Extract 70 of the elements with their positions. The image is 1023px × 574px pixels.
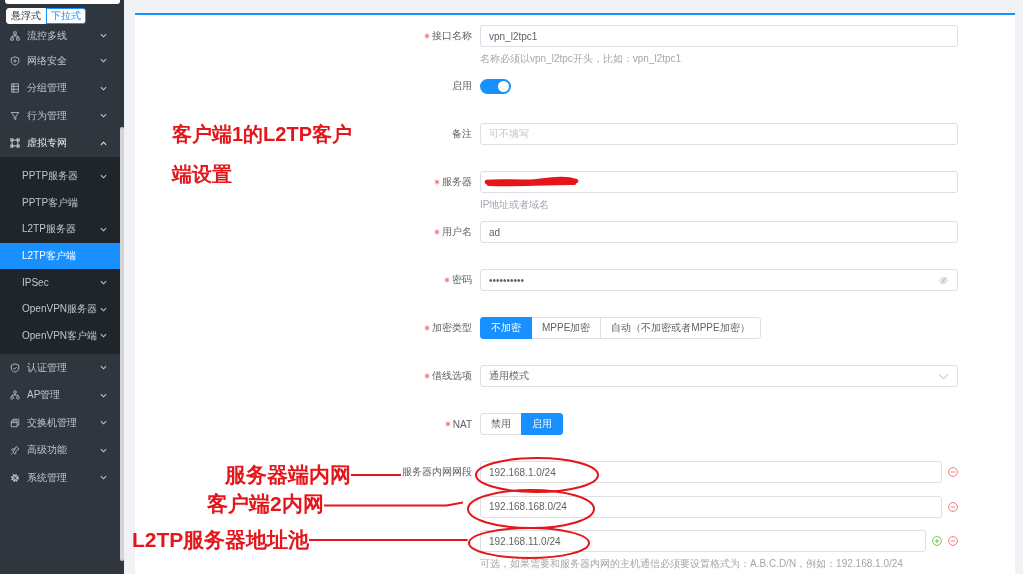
- chevron-down-icon: [100, 333, 107, 339]
- field-label: 服务器: [442, 175, 472, 189]
- text-field[interactable]: [480, 171, 958, 193]
- menu-item[interactable]: 网络安全: [0, 47, 120, 75]
- menu-item[interactable]: AP管理: [0, 381, 120, 409]
- annotation-text: 服务器端内网: [225, 462, 351, 488]
- option-button[interactable]: 自动（不加密或者MPPE加密）: [600, 317, 761, 339]
- funnel-icon: [10, 110, 20, 121]
- annotation-text: 客户端2内网: [207, 491, 324, 517]
- chevron-down-icon: [938, 371, 949, 381]
- minus-circle-icon[interactable]: [948, 467, 958, 477]
- field-hint: 名称必须以vpn_l2tpc开头，比如：vpn_l2tpc1: [480, 52, 683, 66]
- field-label: 密码: [452, 273, 472, 287]
- submenu-item[interactable]: PPTP服务器: [0, 162, 120, 190]
- menu-item[interactable]: 流控多线: [0, 24, 120, 47]
- field-hint: 可选，如果需要和服务器内网的主机通信必须要设置格式为：A.B.C.D/N，例如：192.168.1.0/24: [480, 557, 904, 571]
- field-label: 接口名称: [432, 29, 472, 43]
- mode-tab[interactable]: 悬浮式: [6, 8, 46, 24]
- pin-icon: [10, 445, 20, 456]
- field-label: 服务器内网网段: [402, 465, 472, 479]
- menu-item[interactable]: 行为管理: [0, 102, 120, 130]
- field-label: 借线选项: [432, 369, 472, 383]
- submenu-item[interactable]: OpenVPN服务器: [0, 295, 120, 323]
- submenu-item[interactable]: IPSec: [0, 269, 120, 296]
- menu-item[interactable]: 高级功能: [0, 436, 120, 464]
- menu-item[interactable]: 系统管理: [0, 463, 120, 492]
- settings-icon: [10, 472, 20, 483]
- frame-icon: [10, 138, 20, 149]
- field-label: 启用: [452, 79, 472, 93]
- field-hint: IP地址或者域名: [480, 198, 551, 212]
- shield-icon: [10, 55, 20, 66]
- chevron-down-icon: [100, 306, 107, 312]
- scrollbar-thumb[interactable]: [120, 127, 124, 561]
- eye-slash-icon[interactable]: [938, 275, 949, 285]
- field-label: 用户名: [442, 225, 472, 239]
- text-field[interactable]: vpn_l2tpc1: [480, 25, 958, 47]
- chevron-down-icon: [100, 173, 107, 179]
- menu-item[interactable]: 分组管理: [0, 74, 120, 102]
- plus-circle-icon[interactable]: [932, 536, 942, 546]
- menu-item[interactable]: 交换机管理: [0, 408, 120, 437]
- menu-item[interactable]: 认证管理: [0, 353, 120, 382]
- field-label: 备注: [452, 127, 472, 141]
- text-field[interactable]: 192.168.11.0/24: [480, 530, 926, 552]
- input-field[interactable]: [5, 0, 120, 4]
- table-icon: [10, 83, 20, 94]
- text-field[interactable]: ad: [480, 221, 958, 243]
- chevron-down-icon: [100, 280, 107, 286]
- select-field[interactable]: 通用模式: [480, 365, 958, 387]
- option-button[interactable]: MPPE加密: [531, 317, 602, 339]
- option-button[interactable]: 禁用: [480, 413, 522, 435]
- window-icon: [10, 417, 20, 428]
- submenu-item[interactable]: L2TP服务器: [0, 216, 120, 243]
- field-label: 加密类型: [432, 321, 472, 335]
- submenu-item[interactable]: OpenVPN客户端: [0, 322, 120, 350]
- leader-line: [351, 471, 401, 479]
- submenu-item[interactable]: PPTP客户端: [0, 189, 120, 216]
- chevron-down-icon: [100, 226, 107, 232]
- annotation-text: L2TP服务器地址池: [132, 527, 310, 553]
- hierarchy-icon: [10, 30, 20, 41]
- shield-check-icon: [10, 362, 20, 373]
- text-field[interactable]: 192.168.168.0/24: [480, 495, 942, 518]
- minus-circle-icon[interactable]: [948, 501, 958, 512]
- toggle-switch[interactable]: [480, 78, 511, 94]
- field-label: NAT: [452, 418, 472, 430]
- menu-item[interactable]: 虚拟专网: [0, 129, 120, 157]
- text-field[interactable]: 192.168.1.0/24: [480, 461, 942, 483]
- minus-circle-icon[interactable]: [948, 536, 958, 546]
- annotation-text: 客户端1的L2TP客户端设置: [172, 122, 354, 187]
- sitemap-icon: [10, 390, 20, 401]
- password-field[interactable]: ••••••••••: [480, 269, 958, 291]
